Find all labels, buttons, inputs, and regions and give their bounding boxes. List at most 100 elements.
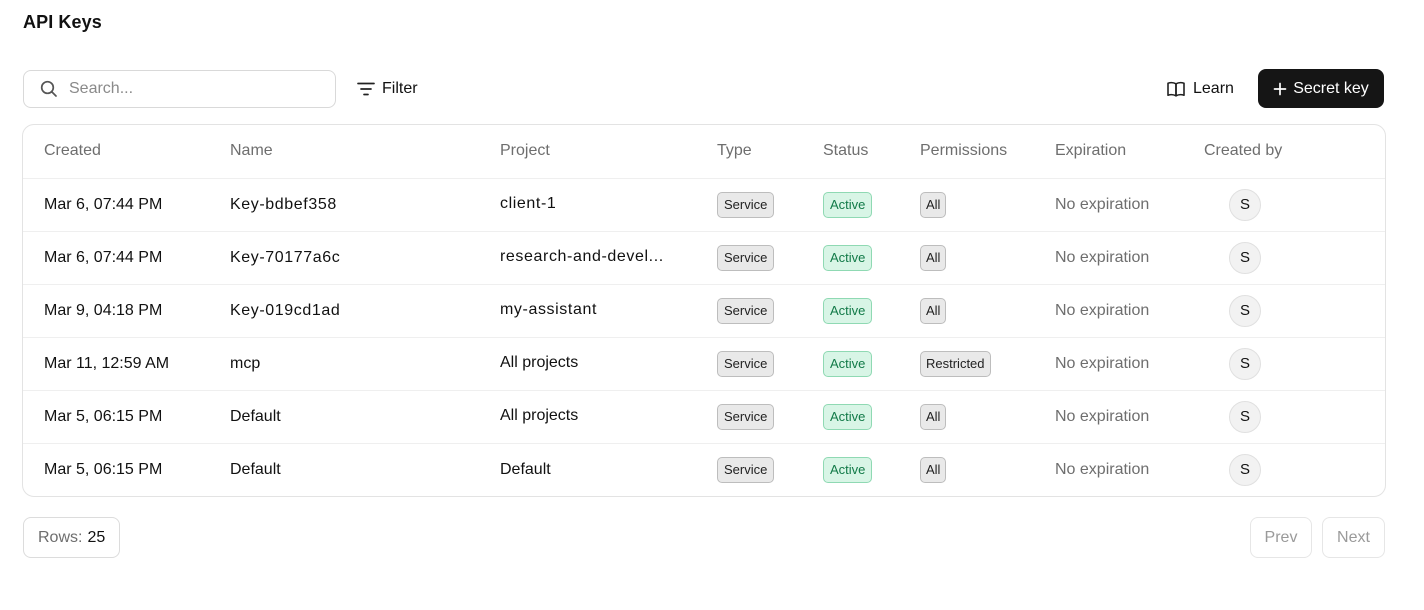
- permissions-cell: All: [920, 177, 1055, 231]
- avatar: S: [1229, 347, 1261, 380]
- status-badge: Active: [823, 297, 873, 324]
- column-header-created[interactable]: Created: [23, 125, 230, 178]
- created-cell: Mar 6, 07:44 PM: [23, 230, 230, 284]
- type-cell: Service: [717, 442, 823, 496]
- created-by-cell: S: [1204, 230, 1385, 284]
- learn-label: Learn: [1193, 80, 1234, 97]
- status-cell: Active: [823, 230, 920, 284]
- type-badge: Service: [717, 244, 775, 271]
- rows-value: 25: [87, 528, 106, 546]
- type-cell: Service: [717, 283, 823, 337]
- avatar: S: [1229, 188, 1261, 221]
- column-header-expiration[interactable]: Expiration: [1055, 125, 1204, 178]
- api-keys-table: Created Name Project Type Status Permiss…: [22, 124, 1386, 497]
- status-badge: Active: [823, 403, 873, 430]
- column-header-name[interactable]: Name: [230, 125, 500, 178]
- expiration-cell: No expiration: [1055, 336, 1204, 390]
- project-name: my-assistant: [500, 301, 597, 319]
- created-by-cell: S: [1204, 442, 1385, 496]
- project-name: research-and-devel...: [500, 248, 664, 266]
- expiration-cell: No expiration: [1055, 283, 1204, 337]
- expiration-cell: No expiration: [1055, 389, 1204, 443]
- created-cell: Mar 5, 06:15 PM: [23, 389, 230, 443]
- expiration-cell: No expiration: [1055, 442, 1204, 496]
- project-cell: client-1: [500, 177, 717, 231]
- permissions-badge: Restricted: [920, 350, 991, 377]
- project-cell: Default: [500, 442, 717, 496]
- avatar: S: [1229, 294, 1261, 327]
- permissions-cell: All: [920, 389, 1055, 443]
- create-secret-key-button[interactable]: Secret key: [1258, 69, 1384, 108]
- created-by-cell: S: [1204, 336, 1385, 390]
- permissions-badge: All: [920, 244, 947, 271]
- filter-button[interactable]: Filter: [356, 74, 418, 104]
- status-cell: Active: [823, 177, 920, 231]
- rows-per-page-selector[interactable]: Rows: 25: [23, 517, 121, 558]
- created-cell: Mar 6, 07:44 PM: [23, 177, 230, 231]
- column-header-project[interactable]: Project: [500, 125, 717, 178]
- permissions-badge: All: [920, 297, 947, 324]
- status-cell: Active: [823, 283, 920, 337]
- type-badge: Service: [717, 456, 775, 483]
- name-cell: Key-70177a6c: [230, 230, 500, 284]
- plus-icon: [1273, 82, 1287, 95]
- permissions-cell: All: [920, 283, 1055, 337]
- status-cell: Active: [823, 336, 920, 390]
- created-cell: Mar 11, 12:59 AM: [23, 336, 230, 390]
- table-header-row: Created Name Project Type Status Permiss…: [23, 125, 1385, 178]
- status-badge: Active: [823, 350, 873, 377]
- type-badge: Service: [717, 297, 775, 324]
- permissions-badge: All: [920, 403, 947, 430]
- avatar: S: [1229, 453, 1261, 486]
- project-cell: All projects: [500, 389, 717, 443]
- column-header-created-by[interactable]: Created by: [1204, 125, 1385, 178]
- search-input[interactable]: [69, 80, 319, 98]
- expiration-cell: No expiration: [1055, 177, 1204, 231]
- type-cell: Service: [717, 230, 823, 284]
- status-badge: Active: [823, 244, 873, 271]
- type-badge: Service: [717, 403, 775, 430]
- book-open-icon: [1167, 81, 1185, 97]
- rows-label: Rows:: [38, 528, 83, 546]
- permissions-cell: All: [920, 442, 1055, 496]
- status-cell: Active: [823, 389, 920, 443]
- api-keys-page: API Keys Filter Learn Secret key: [0, 0, 1424, 610]
- project-cell: research-and-devel...: [500, 230, 717, 284]
- table-row[interactable]: Mar 11, 12:59 AM mcp All projects Servic…: [23, 336, 1385, 390]
- name-cell: Key-bdbef358: [230, 177, 500, 231]
- project-name: client-1: [500, 195, 557, 213]
- status-badge: Active: [823, 456, 873, 483]
- type-badge: Service: [717, 191, 775, 218]
- type-cell: Service: [717, 177, 823, 231]
- next-page-button[interactable]: Next: [1322, 517, 1385, 558]
- search-icon: [40, 80, 57, 97]
- type-cell: Service: [717, 389, 823, 443]
- learn-button[interactable]: Learn: [1158, 74, 1242, 104]
- name-cell: Key-019cd1ad: [230, 283, 500, 337]
- avatar: S: [1229, 241, 1261, 274]
- search-box[interactable]: [23, 70, 336, 108]
- prev-page-button[interactable]: Prev: [1250, 517, 1312, 558]
- permissions-badge: All: [920, 191, 947, 218]
- permissions-badge: All: [920, 456, 947, 483]
- permissions-cell: All: [920, 230, 1055, 284]
- created-cell: Mar 9, 04:18 PM: [23, 283, 230, 337]
- table-row[interactable]: Mar 5, 06:15 PM Default Default Service …: [23, 442, 1385, 496]
- column-header-type[interactable]: Type: [717, 125, 823, 178]
- table-row[interactable]: Mar 9, 04:18 PM Key-019cd1ad my-assistan…: [23, 283, 1385, 337]
- secret-key-label: Secret key: [1293, 79, 1369, 97]
- table-row[interactable]: Mar 6, 07:44 PM Key-70177a6c research-an…: [23, 230, 1385, 284]
- name-cell: Default: [230, 389, 500, 443]
- column-header-permissions[interactable]: Permissions: [920, 125, 1055, 178]
- project-name: Default: [500, 460, 551, 478]
- page-title: API Keys: [23, 12, 102, 32]
- avatar: S: [1229, 400, 1261, 433]
- project-name: All projects: [500, 354, 579, 372]
- type-badge: Service: [717, 350, 775, 377]
- table-row[interactable]: Mar 5, 06:15 PM Default All projects Ser…: [23, 389, 1385, 443]
- column-header-status[interactable]: Status: [823, 125, 920, 178]
- project-name: All projects: [500, 407, 579, 425]
- name-cell: mcp: [230, 336, 500, 390]
- created-cell: Mar 5, 06:15 PM: [23, 442, 230, 496]
- table-row[interactable]: Mar 6, 07:44 PM Key-bdbef358 client-1 Se…: [23, 177, 1385, 231]
